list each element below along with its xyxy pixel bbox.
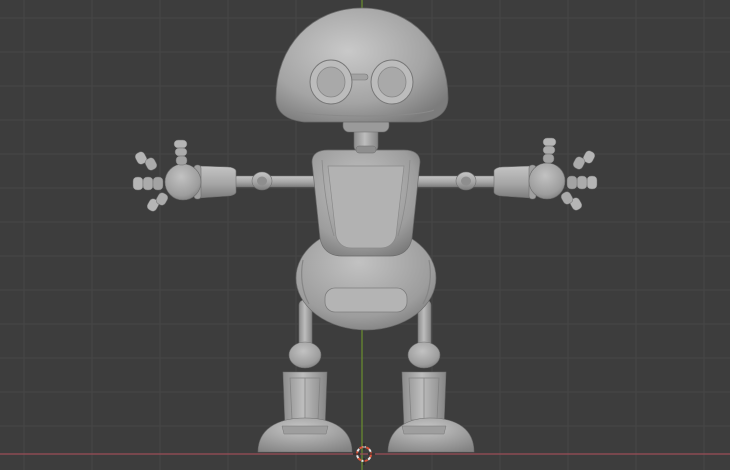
3d-viewport[interactable]: [0, 0, 730, 470]
robot-torso[interactable]: [311, 149, 421, 257]
robot-model[interactable]: [132, 7, 598, 453]
robot-left-foot[interactable]: [257, 417, 353, 453]
robot-left-leg[interactable]: [282, 299, 328, 427]
robot-right-arm[interactable]: [407, 137, 598, 212]
robot-neck[interactable]: [342, 117, 390, 154]
robot-head[interactable]: [275, 7, 449, 123]
viewport-canvas[interactable]: [0, 0, 730, 470]
robot-right-foot[interactable]: [387, 417, 475, 453]
